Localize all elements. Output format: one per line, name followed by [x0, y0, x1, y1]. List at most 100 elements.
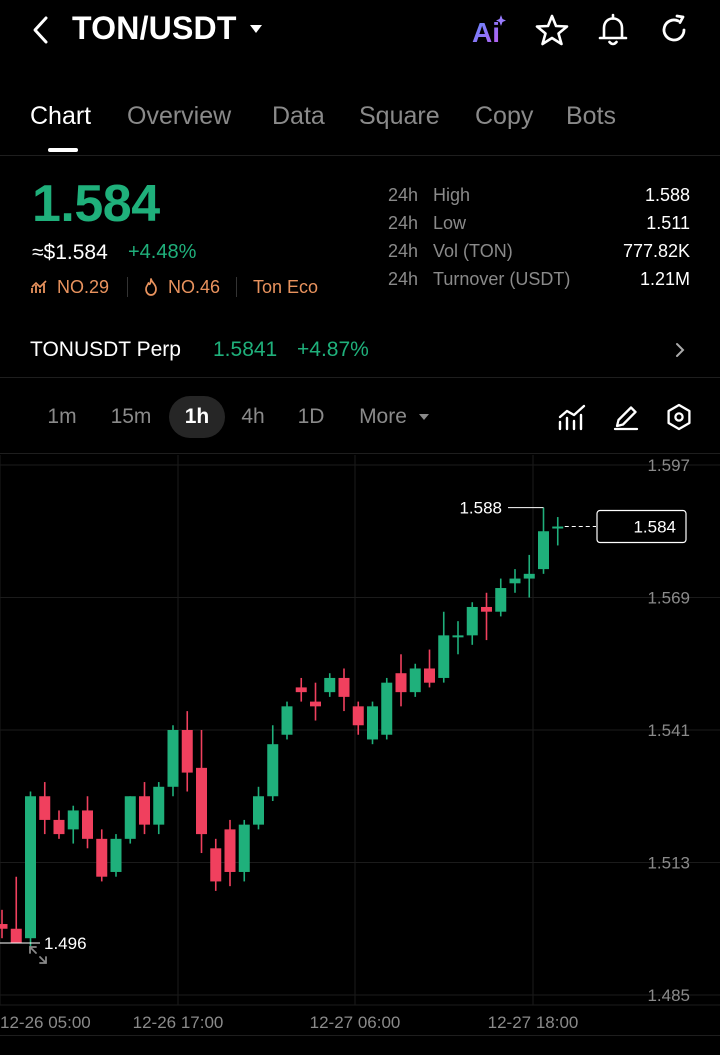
candle-body — [0, 924, 8, 929]
candle-body — [281, 706, 293, 735]
candle-body — [224, 829, 236, 872]
interval-more[interactable]: More — [352, 396, 414, 438]
caret-down-icon[interactable] — [248, 22, 264, 36]
low-marker-label: 1.496 — [44, 934, 87, 953]
stat-value: 1.588 — [644, 185, 690, 205]
candle-body — [523, 573, 535, 579]
caret-down-icon[interactable] — [418, 412, 430, 422]
x-tick-label: 12-26 17:00 — [133, 1013, 224, 1032]
y-tick-label: 1.597 — [647, 456, 690, 475]
candle-body — [25, 796, 36, 939]
candle-body — [10, 928, 22, 943]
interval-1h[interactable]: 1h — [169, 396, 225, 438]
ai-icon[interactable]: Ai — [470, 12, 506, 48]
y-tick-label: 1.513 — [647, 854, 690, 873]
x-tick-label: 12-27 18:00 — [488, 1013, 579, 1032]
x-tick-label: 12-26 05:00 — [0, 1013, 91, 1032]
candle-body — [96, 838, 108, 877]
candle-body — [124, 796, 136, 839]
y-tick-label: 1.485 — [647, 986, 690, 1005]
fire-icon — [145, 278, 157, 296]
candle-body — [552, 526, 564, 529]
candle-body — [210, 848, 222, 882]
candle-body — [295, 687, 307, 693]
usd-price: ≈$1.584 — [32, 241, 108, 264]
perp-name: TONUSDT Perp — [30, 338, 181, 361]
interval-15m[interactable]: 15m — [102, 396, 160, 438]
stat-label: Vol (TON) — [433, 241, 513, 261]
divider — [236, 277, 237, 297]
tab-data[interactable]: Data — [272, 102, 325, 131]
divider — [0, 1035, 720, 1036]
bell-icon[interactable] — [595, 12, 631, 48]
trending-icon — [31, 280, 47, 293]
stat-label: Low — [433, 213, 467, 233]
candle-body — [338, 677, 350, 697]
candle-body — [153, 786, 165, 825]
tag-badge[interactable]: Ton Eco — [253, 277, 318, 298]
candle-body — [53, 819, 65, 835]
stat-value: 1.511 — [646, 213, 690, 233]
interval-bar: 1m 15m 1h 4h 1D More — [0, 380, 720, 454]
pair-title[interactable]: TON/USDT — [72, 10, 237, 47]
candle-body — [267, 744, 279, 797]
candle-body — [110, 838, 122, 872]
last-price: 1.584 — [32, 175, 160, 233]
refresh-icon[interactable] — [656, 12, 692, 48]
candle-body — [82, 810, 93, 839]
candle-body — [481, 606, 492, 612]
candle-body — [495, 588, 507, 612]
draw-pen-icon[interactable] — [611, 402, 641, 432]
candle-body — [381, 682, 393, 735]
candles — [0, 507, 564, 948]
candle-body — [181, 730, 193, 773]
candle-body — [409, 668, 421, 693]
stat-label: High — [433, 185, 471, 205]
stat-label: Turnover (USDT) — [433, 269, 571, 289]
y-tick-label: 1.569 — [647, 589, 690, 608]
stat-period: 24h — [388, 213, 419, 233]
tab-bots[interactable]: Bots — [566, 102, 616, 131]
tab-copy[interactable]: Copy — [475, 102, 533, 131]
candle-body — [139, 796, 150, 825]
y-tick-label: 1.541 — [647, 721, 690, 740]
candle-body — [367, 706, 378, 740]
settings-hex-icon[interactable] — [664, 402, 694, 432]
interval-4h[interactable]: 4h — [232, 396, 274, 438]
perp-row[interactable]: TONUSDT Perp 1.5841 +4.87% — [0, 326, 720, 378]
last-price-label: 1.584 — [633, 518, 676, 537]
tab-overview[interactable]: Overview — [127, 102, 231, 131]
candle-body — [538, 531, 549, 570]
perp-change: +4.87% — [297, 338, 369, 361]
candle-body — [352, 706, 364, 726]
interval-1d[interactable]: 1D — [290, 396, 332, 438]
stat-period: 24h — [388, 185, 419, 205]
star-icon[interactable] — [534, 12, 570, 48]
chevron-right-icon[interactable] — [672, 340, 688, 360]
active-tab-indicator — [48, 148, 78, 152]
candle-body — [438, 635, 450, 678]
perp-price: 1.5841 — [213, 338, 278, 361]
back-icon[interactable] — [26, 12, 58, 48]
candle-body — [39, 796, 51, 820]
candle-body — [452, 635, 464, 638]
candle-body — [67, 810, 79, 830]
x-axis-labels: 12-26 05:00 12-26 17:00 12-27 06:00 12-27 1… — [0, 1013, 578, 1032]
rank-badge-1[interactable]: NO.29 — [57, 277, 109, 298]
candle-body — [196, 767, 207, 835]
tab-square[interactable]: Square — [359, 102, 440, 131]
candlestick-chart[interactable]: 1.597 1.569 1.541 1.513 1.485 12-26 05:00 12-… — [0, 455, 720, 1035]
stat-value: 1.21M — [639, 269, 690, 289]
candle-body — [509, 578, 521, 584]
candle-body — [238, 824, 250, 872]
main-tabs: Chart Overview Data Square Copy Bots — [0, 96, 720, 156]
candle-body — [395, 673, 407, 693]
chart-annotations: 1.588 1.496 1.584 — [0, 499, 687, 964]
rank-badge-2[interactable]: NO.46 — [168, 277, 220, 298]
tab-chart[interactable]: Chart — [30, 102, 91, 131]
indicator-icon[interactable] — [557, 402, 587, 432]
price-change: +4.48% — [128, 241, 197, 263]
stat-period: 24h — [388, 269, 419, 289]
interval-1m[interactable]: 1m — [36, 396, 88, 438]
svg-text:Ai: Ai — [472, 17, 500, 48]
